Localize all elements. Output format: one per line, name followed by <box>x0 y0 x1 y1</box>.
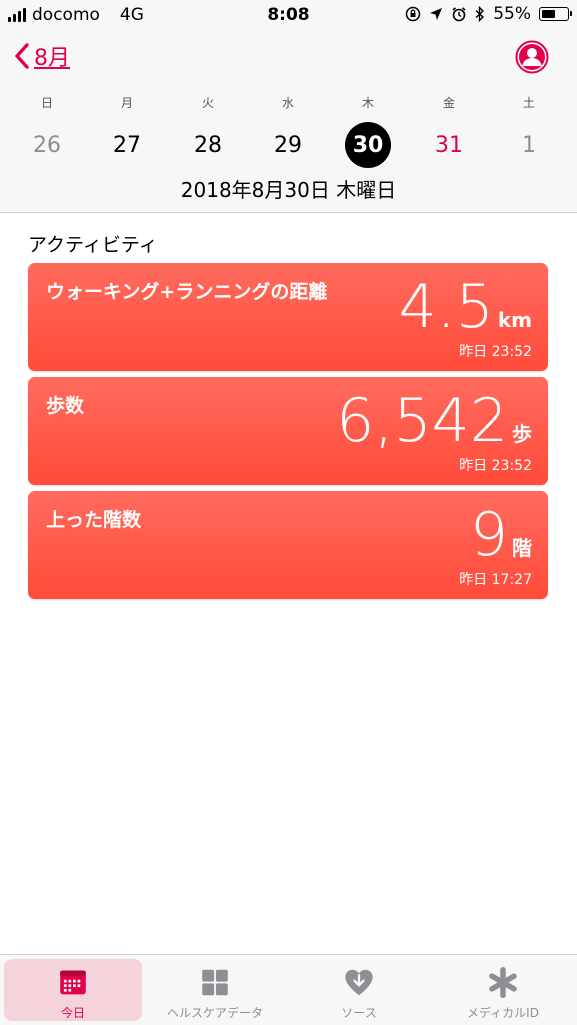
rotation-lock-icon <box>405 6 421 22</box>
date-number: 28 <box>194 132 222 158</box>
chevron-left-icon <box>15 43 29 69</box>
weekday-thu: 木 <box>361 96 374 110</box>
bluetooth-icon <box>475 6 485 22</box>
card-value-unit: 階 <box>512 536 532 560</box>
battery-icon <box>539 7 572 21</box>
status-bar: docomo 4G 8:08 55% <box>0 0 577 30</box>
date-number: 31 <box>435 132 463 158</box>
card-value: 4.5 km <box>398 275 532 339</box>
location-icon <box>430 8 443 20</box>
date-number: 30 <box>345 122 391 168</box>
asterisk-icon <box>489 967 517 998</box>
weekday-mon: 月 <box>120 96 133 110</box>
date-number: 27 <box>113 132 141 158</box>
date-number: 26 <box>33 132 61 158</box>
date-number: 1 <box>522 132 536 158</box>
section-title: アクティビティ <box>28 234 158 256</box>
calendar-header: 8月 日 月 火 水 木 金 土 26 27 28 29 30 31 1 201… <box>0 30 577 213</box>
date-cell[interactable]: 28 <box>178 122 238 168</box>
card-title: ウォーキング+ランニングの距離 <box>46 281 328 303</box>
tab-bar: 今日 ヘルスケアデータ ソース メディカルID <box>0 954 577 1025</box>
card-value-number: 4.5 <box>398 272 494 342</box>
card-timestamp: 昨日 17:27 <box>459 572 532 588</box>
weekday-wed: 水 <box>281 96 294 110</box>
status-right: 55% <box>405 4 572 24</box>
steps-card[interactable]: 歩数 6,542 歩 昨日 23:52 <box>28 377 548 485</box>
card-timestamp: 昨日 23:52 <box>459 458 532 474</box>
card-value: 9 階 <box>470 503 532 567</box>
profile-icon[interactable] <box>515 40 549 74</box>
card-title: 歩数 <box>46 395 85 417</box>
alarm-icon <box>452 7 466 22</box>
date-cell-selected[interactable]: 30 <box>338 122 398 168</box>
card-value: 6,542 歩 <box>336 389 532 453</box>
flights-climbed-card[interactable]: 上った階数 9 階 昨日 17:27 <box>28 491 548 599</box>
battery-label: 55% <box>493 4 531 24</box>
tab-label: メディカルID <box>467 1006 539 1020</box>
card-value-number: 6,542 <box>336 386 508 456</box>
weekday-row: 日 月 火 水 木 金 土 <box>0 94 577 110</box>
date-row: 26 27 28 29 30 31 1 <box>0 122 577 168</box>
activity-cards: ウォーキング+ランニングの距離 4.5 km 昨日 23:52 歩数 6,542… <box>28 263 548 605</box>
weekday-fri: 金 <box>442 96 455 110</box>
card-timestamp: 昨日 23:52 <box>459 344 532 360</box>
distance-card[interactable]: ウォーキング+ランニングの距離 4.5 km 昨日 23:52 <box>28 263 548 371</box>
back-button-label: 8月 <box>34 46 70 71</box>
date-number: 29 <box>274 132 302 158</box>
tab-label: 今日 <box>60 1006 85 1020</box>
tab-label: ソース <box>341 1006 377 1020</box>
full-date-label: 2018年8月30日 木曜日 <box>180 178 397 202</box>
weekday-sun: 日 <box>40 96 53 110</box>
date-cell[interactable]: 26 <box>17 122 77 168</box>
tab-today[interactable]: 今日 <box>4 959 142 1021</box>
back-button[interactable]: 8月 <box>14 40 70 72</box>
card-value-number: 9 <box>469 500 508 570</box>
calendar-icon <box>60 970 86 995</box>
date-cell[interactable]: 27 <box>97 122 157 168</box>
battery-fill <box>542 10 555 18</box>
date-cell[interactable]: 31 <box>419 122 479 168</box>
card-value-unit: 歩 <box>512 422 532 446</box>
date-cell[interactable]: 1 <box>499 122 559 168</box>
date-cell[interactable]: 29 <box>258 122 318 168</box>
tab-health-data[interactable]: ヘルスケアデータ <box>146 959 284 1021</box>
heart-download-icon <box>345 969 373 996</box>
card-value-unit: km <box>497 308 532 332</box>
tab-medical-id[interactable]: メディカルID <box>434 959 572 1021</box>
card-title: 上った階数 <box>46 509 142 531</box>
tab-label: ヘルスケアデータ <box>166 1006 263 1020</box>
weekday-tue: 火 <box>201 96 214 110</box>
tab-sources[interactable]: ソース <box>290 959 428 1021</box>
grid-icon <box>202 969 228 996</box>
weekday-sat: 土 <box>522 96 535 110</box>
